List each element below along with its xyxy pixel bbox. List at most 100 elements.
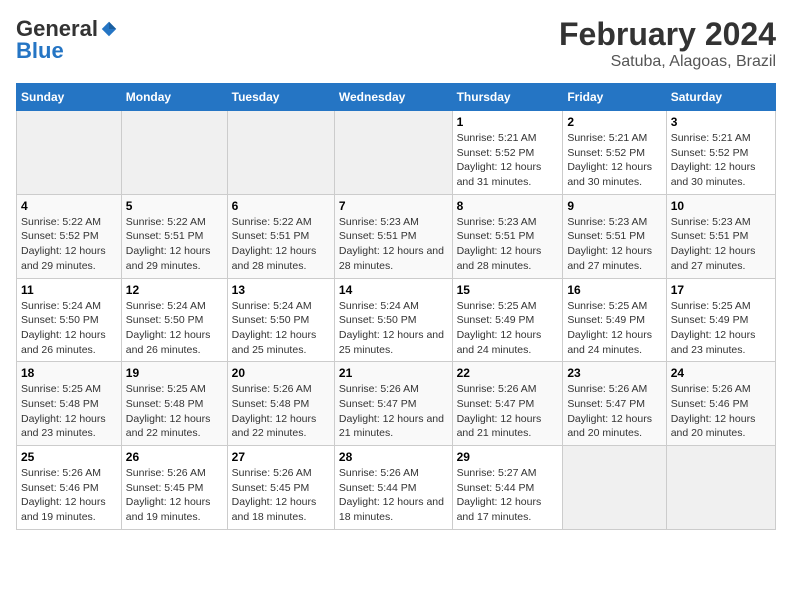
day-info: Sunrise: 5:24 AM Sunset: 5:50 PM Dayligh… [126,299,223,358]
calendar-header: SundayMondayTuesdayWednesdayThursdayFrid… [17,84,776,111]
calendar-cell: 18 Sunrise: 5:25 AM Sunset: 5:48 PM Dayli… [17,362,122,446]
day-header-sunday: Sunday [17,84,122,111]
calendar-cell: 11 Sunrise: 5:24 AM Sunset: 5:50 PM Dayli… [17,278,122,362]
calendar-cell: 13 Sunrise: 5:24 AM Sunset: 5:50 PM Dayli… [227,278,334,362]
calendar-cell: 9 Sunrise: 5:23 AM Sunset: 5:51 PM Daylig… [563,194,666,278]
day-number: 10 [671,199,771,213]
day-info: Sunrise: 5:22 AM Sunset: 5:51 PM Dayligh… [126,215,223,274]
day-number: 27 [232,450,330,464]
calendar-cell: 8 Sunrise: 5:23 AM Sunset: 5:51 PM Daylig… [452,194,563,278]
day-info: Sunrise: 5:26 AM Sunset: 5:44 PM Dayligh… [339,466,448,525]
day-info: Sunrise: 5:24 AM Sunset: 5:50 PM Dayligh… [339,299,448,358]
day-number: 13 [232,283,330,297]
week-row-5: 25 Sunrise: 5:26 AM Sunset: 5:46 PM Dayli… [17,446,776,530]
week-row-4: 18 Sunrise: 5:25 AM Sunset: 5:48 PM Dayli… [17,362,776,446]
day-number: 22 [457,366,559,380]
week-row-1: 1 Sunrise: 5:21 AM Sunset: 5:52 PM Daylig… [17,111,776,195]
day-info: Sunrise: 5:23 AM Sunset: 5:51 PM Dayligh… [567,215,661,274]
calendar-cell [17,111,122,195]
day-info: Sunrise: 5:22 AM Sunset: 5:52 PM Dayligh… [21,215,117,274]
calendar-cell: 28Sunrise: 5:26 AM Sunset: 5:44 PM Dayli… [334,446,452,530]
day-info: Sunrise: 5:25 AM Sunset: 5:49 PM Dayligh… [671,299,771,358]
calendar-body: 1 Sunrise: 5:21 AM Sunset: 5:52 PM Daylig… [17,111,776,530]
day-info: Sunrise: 5:26 AM Sunset: 5:46 PM Dayligh… [671,382,771,441]
calendar-cell [666,446,775,530]
day-number: 16 [567,283,661,297]
day-header-wednesday: Wednesday [334,84,452,111]
title-area: February 2024 Satuba, Alagoas, Brazil [559,16,776,71]
day-info: Sunrise: 5:23 AM Sunset: 5:51 PM Dayligh… [457,215,559,274]
day-number: 17 [671,283,771,297]
calendar-cell [227,111,334,195]
calendar-cell: 16 Sunrise: 5:25 AM Sunset: 5:49 PM Dayli… [563,278,666,362]
day-header-saturday: Saturday [666,84,775,111]
calendar-cell: 29 Sunrise: 5:27 AM Sunset: 5:44 PM Dayli… [452,446,563,530]
day-info: Sunrise: 5:24 AM Sunset: 5:50 PM Dayligh… [21,299,117,358]
day-number: 21 [339,366,448,380]
day-number: 15 [457,283,559,297]
day-number: 25 [21,450,117,464]
day-number: 6 [232,199,330,213]
day-info: Sunrise: 5:26 AM Sunset: 5:46 PM Dayligh… [21,466,117,525]
calendar-cell: 4 Sunrise: 5:22 AM Sunset: 5:52 PM Daylig… [17,194,122,278]
day-header-monday: Monday [121,84,227,111]
day-info: Sunrise: 5:21 AM Sunset: 5:52 PM Dayligh… [671,131,771,190]
calendar-table: SundayMondayTuesdayWednesdayThursdayFrid… [16,83,776,530]
day-number: 24 [671,366,771,380]
day-header-thursday: Thursday [452,84,563,111]
calendar-cell: 25 Sunrise: 5:26 AM Sunset: 5:46 PM Dayli… [17,446,122,530]
calendar-cell: 20Sunrise: 5:26 AM Sunset: 5:48 PM Dayli… [227,362,334,446]
day-info: Sunrise: 5:26 AM Sunset: 5:45 PM Dayligh… [232,466,330,525]
day-number: 23 [567,366,661,380]
day-info: Sunrise: 5:25 AM Sunset: 5:48 PM Dayligh… [21,382,117,441]
day-number: 19 [126,366,223,380]
day-number: 8 [457,199,559,213]
calendar-cell: 19 Sunrise: 5:25 AM Sunset: 5:48 PM Dayli… [121,362,227,446]
day-number: 4 [21,199,117,213]
calendar-cell: 7Sunrise: 5:23 AM Sunset: 5:51 PM Daylig… [334,194,452,278]
calendar-cell: 6 Sunrise: 5:22 AM Sunset: 5:51 PM Daylig… [227,194,334,278]
day-info: Sunrise: 5:25 AM Sunset: 5:48 PM Dayligh… [126,382,223,441]
logo-blue-text: Blue [16,38,64,64]
day-number: 11 [21,283,117,297]
day-info: Sunrise: 5:23 AM Sunset: 5:51 PM Dayligh… [671,215,771,274]
day-number: 14 [339,283,448,297]
day-number: 29 [457,450,559,464]
calendar-cell: 15 Sunrise: 5:25 AM Sunset: 5:49 PM Dayli… [452,278,563,362]
day-info: Sunrise: 5:26 AM Sunset: 5:45 PM Dayligh… [126,466,223,525]
day-info: Sunrise: 5:26 AM Sunset: 5:47 PM Dayligh… [457,382,559,441]
day-info: Sunrise: 5:23 AM Sunset: 5:51 PM Dayligh… [339,215,448,274]
day-header-tuesday: Tuesday [227,84,334,111]
day-number: 1 [457,115,559,129]
week-row-2: 4 Sunrise: 5:22 AM Sunset: 5:52 PM Daylig… [17,194,776,278]
calendar-cell [334,111,452,195]
calendar-cell: 5 Sunrise: 5:22 AM Sunset: 5:51 PM Daylig… [121,194,227,278]
day-info: Sunrise: 5:24 AM Sunset: 5:50 PM Dayligh… [232,299,330,358]
calendar-cell: 26 Sunrise: 5:26 AM Sunset: 5:45 PM Dayli… [121,446,227,530]
day-info: Sunrise: 5:22 AM Sunset: 5:51 PM Dayligh… [232,215,330,274]
main-title: February 2024 [559,16,776,53]
calendar-cell [563,446,666,530]
day-number: 20 [232,366,330,380]
calendar-cell: 14 Sunrise: 5:24 AM Sunset: 5:50 PM Dayli… [334,278,452,362]
day-number: 9 [567,199,661,213]
day-number: 5 [126,199,223,213]
day-info: Sunrise: 5:25 AM Sunset: 5:49 PM Dayligh… [567,299,661,358]
subtitle: Satuba, Alagoas, Brazil [559,53,776,71]
calendar-cell: 1Sunrise: 5:21 AM Sunset: 5:52 PM Daylig… [452,111,563,195]
day-header-friday: Friday [563,84,666,111]
logo: General Blue [16,16,118,64]
day-info: Sunrise: 5:25 AM Sunset: 5:49 PM Dayligh… [457,299,559,358]
day-info: Sunrise: 5:26 AM Sunset: 5:47 PM Dayligh… [567,382,661,441]
day-info: Sunrise: 5:27 AM Sunset: 5:44 PM Dayligh… [457,466,559,525]
day-number: 26 [126,450,223,464]
calendar-cell [121,111,227,195]
week-row-3: 11 Sunrise: 5:24 AM Sunset: 5:50 PM Dayli… [17,278,776,362]
calendar-cell: 3Sunrise: 5:21 AM Sunset: 5:52 PM Daylig… [666,111,775,195]
logo-icon [100,20,118,38]
calendar-cell: 23 Sunrise: 5:26 AM Sunset: 5:47 PM Dayli… [563,362,666,446]
calendar-cell: 10 Sunrise: 5:23 AM Sunset: 5:51 PM Dayli… [666,194,775,278]
day-number: 18 [21,366,117,380]
calendar-cell: 2Sunrise: 5:21 AM Sunset: 5:52 PM Daylig… [563,111,666,195]
header: General Blue February 2024 Satuba, Alago… [16,16,776,71]
